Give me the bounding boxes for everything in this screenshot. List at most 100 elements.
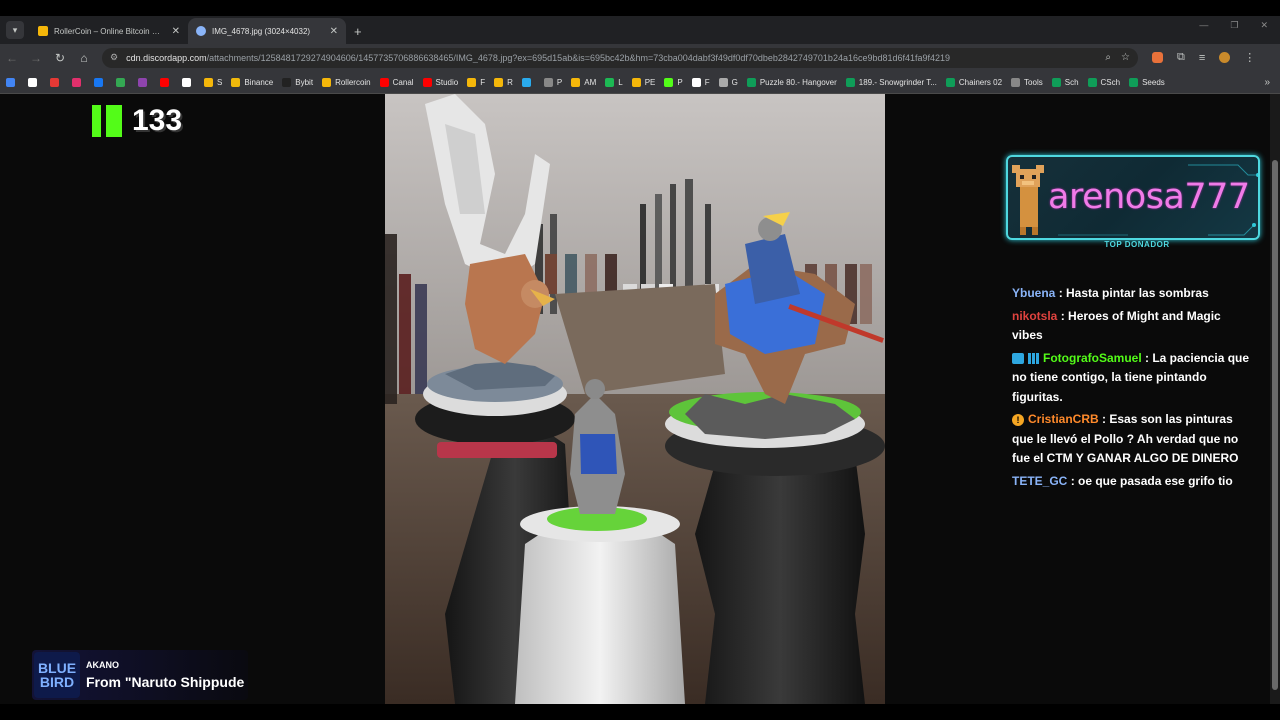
grid-badge-icon bbox=[1028, 352, 1039, 364]
bookmark-item[interactable]: R bbox=[494, 77, 513, 87]
bookmark-item[interactable]: L bbox=[605, 77, 623, 87]
bookmark-item[interactable]: Rollercoin bbox=[322, 77, 371, 87]
tab-rollercoin[interactable]: RollerCoin – Online Bitcoin Mini ✕ bbox=[30, 18, 188, 44]
pixel-camel-icon bbox=[1012, 165, 1044, 235]
bookmark-item[interactable]: CSch bbox=[1087, 77, 1120, 87]
bookmark-label: Binance bbox=[244, 77, 274, 87]
reload-button[interactable]: ↻ bbox=[48, 51, 72, 65]
extensions-puzzle-icon[interactable]: ⧉ bbox=[1177, 51, 1185, 64]
now-playing-text: AKANO From "Naruto Shippude bbox=[86, 660, 244, 690]
address-bar[interactable]: ⚙ cdn.discordapp.com/attachments/1258481… bbox=[102, 47, 1138, 68]
page-scrollbar[interactable] bbox=[1270, 94, 1280, 704]
bookmark-item[interactable]: PE bbox=[631, 77, 656, 87]
bookmark-item[interactable]: Binance bbox=[231, 77, 274, 87]
tab-image[interactable]: IMG_4678.jpg (3024×4032) ✕ bbox=[188, 18, 346, 44]
zoom-icon[interactable]: ⌕ bbox=[1105, 52, 1111, 63]
chat-username[interactable]: Ybuena bbox=[1012, 286, 1055, 300]
bookmark-item[interactable]: F bbox=[467, 77, 485, 87]
bookmark-favicon-icon bbox=[945, 77, 955, 87]
site-info-icon[interactable]: ⚙ bbox=[110, 52, 118, 63]
bookmark-item[interactable] bbox=[160, 77, 173, 87]
bookmark-item[interactable]: P bbox=[664, 77, 683, 87]
chat-username[interactable]: TETE_GC bbox=[1012, 474, 1067, 488]
bookmark-label: P bbox=[556, 77, 563, 87]
bookmark-item[interactable]: Tools bbox=[1011, 77, 1043, 87]
bookmark-favicon-icon bbox=[494, 77, 504, 87]
home-button[interactable]: ⌂ bbox=[72, 51, 96, 65]
chevron-down-icon: ▾ bbox=[12, 24, 18, 35]
bookmark-item[interactable]: Chainers 02 bbox=[945, 77, 1003, 87]
close-tab-icon[interactable]: ✕ bbox=[330, 26, 338, 37]
menu-kebab-icon[interactable]: ⋮ bbox=[1244, 51, 1255, 64]
bookmark-favicon-icon bbox=[1051, 77, 1061, 87]
chat-username[interactable]: FotografoSamuel bbox=[1043, 351, 1142, 365]
tab-media-icon[interactable]: ≡ bbox=[1199, 52, 1205, 64]
chat-message: ! CristianCRB : Esas son las pinturas que… bbox=[1012, 410, 1252, 469]
bookmark-item[interactable] bbox=[50, 77, 63, 87]
bookmark-favicon-icon bbox=[571, 77, 581, 87]
close-tab-icon[interactable]: ✕ bbox=[172, 26, 180, 37]
extension-fox-icon[interactable] bbox=[1152, 52, 1163, 63]
chat-username[interactable]: CristianCRB bbox=[1028, 412, 1099, 426]
bookmark-item[interactable]: F bbox=[691, 77, 710, 87]
forward-button[interactable]: → bbox=[24, 51, 48, 65]
bookmark-item[interactable]: Puzzle 80.- Hangover bbox=[746, 77, 837, 87]
bookmark-item[interactable]: G bbox=[718, 77, 738, 87]
bookmark-item[interactable] bbox=[182, 77, 195, 87]
new-tab-button[interactable]: + bbox=[354, 24, 362, 39]
bookmark-favicon-icon bbox=[746, 77, 756, 87]
tab-search-button[interactable]: ▾ bbox=[6, 21, 24, 39]
bookmark-item[interactable]: Seeds bbox=[1129, 77, 1165, 87]
viewer-count: 133 bbox=[132, 104, 183, 137]
painted-miniatures-image bbox=[385, 94, 885, 704]
chat-message: nikotsla : Heroes of Might and Magic vib… bbox=[1012, 307, 1252, 346]
bookmark-item[interactable]: AM bbox=[571, 77, 596, 87]
bookmark-label: F bbox=[704, 77, 710, 87]
bookmark-star-icon[interactable]: ☆ bbox=[1121, 52, 1130, 63]
profile-avatar-icon[interactable] bbox=[1219, 52, 1231, 63]
bookmark-favicon-icon bbox=[631, 77, 641, 87]
chat-overlay: Ybuena : Hasta pintar las sombras nikotsl… bbox=[1012, 284, 1252, 494]
kick-viewer-counter: 133 bbox=[92, 104, 182, 138]
bookmark-item[interactable] bbox=[94, 77, 107, 87]
scrollbar-thumb[interactable] bbox=[1272, 160, 1278, 690]
now-playing-title: From "Naruto Shippude bbox=[86, 674, 245, 690]
bookmark-item[interactable] bbox=[116, 77, 129, 87]
bookmark-item[interactable]: P bbox=[543, 77, 563, 87]
bookmark-label: P bbox=[677, 77, 683, 87]
bookmark-item[interactable] bbox=[138, 77, 151, 87]
back-button[interactable]: ← bbox=[0, 51, 24, 65]
bookmark-item[interactable]: Sch bbox=[1051, 77, 1079, 87]
bookmark-label: G bbox=[731, 77, 738, 87]
bookmark-label: Rollercoin bbox=[335, 77, 371, 87]
bookmark-item[interactable]: 189.- Snowgrinder T... bbox=[845, 77, 937, 87]
chat-username[interactable]: nikotsla bbox=[1012, 309, 1057, 323]
bookmark-label: L bbox=[618, 77, 623, 87]
bookmark-item[interactable]: Bybit bbox=[282, 77, 313, 87]
bookmark-item[interactable] bbox=[521, 77, 535, 87]
bookmark-label: PE bbox=[644, 77, 656, 87]
bookmark-label: Seeds bbox=[1142, 77, 1165, 87]
miniatures-photo bbox=[385, 94, 885, 704]
bookmark-favicon-icon bbox=[116, 77, 125, 87]
bookmark-item[interactable]: S bbox=[204, 77, 222, 87]
close-window-icon[interactable]: ✕ bbox=[1260, 20, 1268, 31]
donor-name: arenosa777 bbox=[1048, 177, 1250, 217]
bookmarks-overflow-button[interactable]: » bbox=[1264, 77, 1270, 88]
bookmark-item[interactable]: Canal bbox=[379, 77, 414, 87]
bookmark-item[interactable] bbox=[28, 77, 41, 87]
bookmark-favicon-icon bbox=[231, 77, 241, 87]
bookmark-favicon-icon bbox=[1087, 77, 1097, 87]
bookmark-item[interactable]: Studio bbox=[422, 77, 458, 87]
bookmark-favicon-icon bbox=[1129, 77, 1139, 87]
bookmark-label: Chainers 02 bbox=[958, 77, 1003, 87]
browser-toolbar: ← → ↻ ⌂ ⚙ cdn.discordapp.com/attachments… bbox=[0, 44, 1280, 71]
bookmark-favicon-icon bbox=[718, 77, 728, 87]
minimize-icon[interactable]: — bbox=[1199, 20, 1208, 31]
restore-icon[interactable]: ❐ bbox=[1230, 20, 1238, 31]
bookmark-favicon-icon bbox=[322, 77, 332, 87]
bookmark-item[interactable] bbox=[72, 77, 85, 87]
kick-logo-icon bbox=[92, 105, 122, 137]
bookmark-label: R bbox=[507, 77, 513, 87]
bookmark-item[interactable] bbox=[6, 77, 19, 87]
